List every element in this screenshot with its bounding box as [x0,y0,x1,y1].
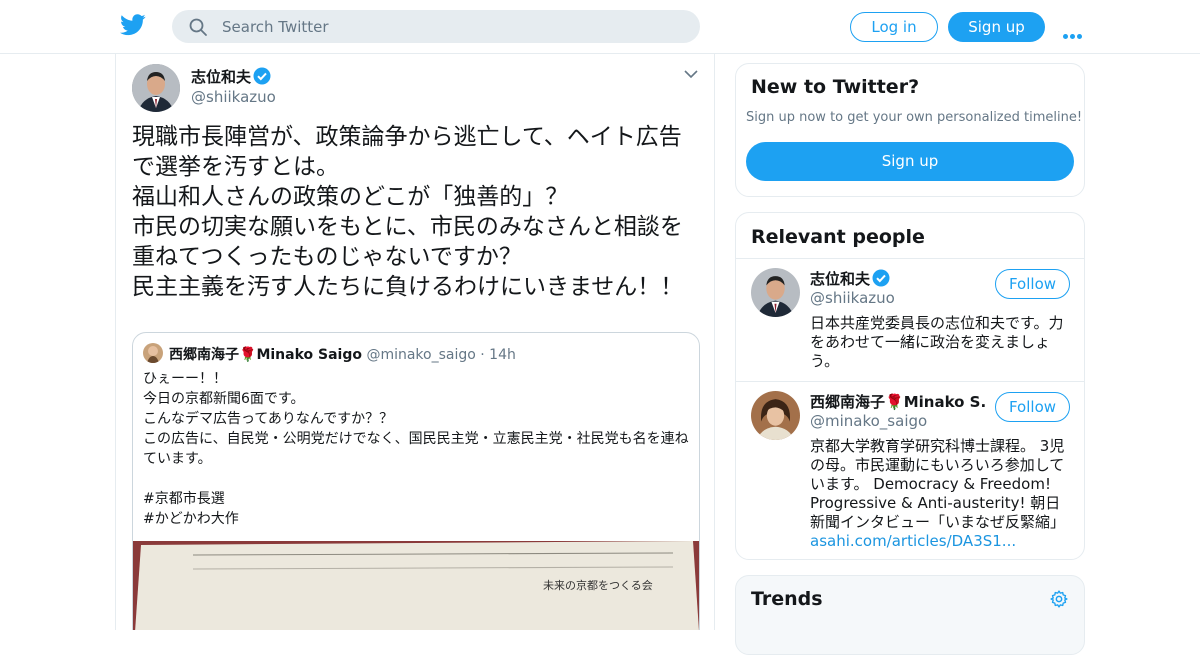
rose-icon: 🌹 [885,393,904,411]
person-avatar[interactable] [751,391,800,440]
person-bio: 京都大学教育学研究科博士課程。 3児の母。市民運動にもいろいろ参加しています。 … [810,437,1072,551]
quote-timestamp: 14h [489,347,516,363]
quote-author-name-suffix: Minako Saigo [256,347,362,363]
sidebar-signup-button[interactable]: Sign up [746,142,1074,181]
new-to-twitter-title: New to Twitter? [751,76,920,98]
new-to-twitter-subtitle: Sign up now to get your own personalized… [746,110,1083,125]
search-icon [189,18,207,36]
gear-icon[interactable] [1049,589,1069,609]
person-name-text[interactable]: 西郷南海子 [810,393,885,411]
person-bio-text: 京都大学教育学研究科博士課程。 3児の母。市民運動にもいろいろ参加しています。 … [810,437,1066,531]
newspaper-headline: 未来の京都をつくる会 [543,578,653,592]
newspaper-image[interactable]: 未来の京都をつくる会 [133,541,699,630]
person-bio: 日本共産党委員長の志位和夫です。力をあわせて一緒に政治を変えましょう。 [810,314,1064,370]
search-input[interactable] [222,10,682,43]
chevron-down-icon[interactable] [684,69,698,79]
signup-button[interactable]: Sign up [948,12,1045,42]
tweet-text: 現職市長陣営が、政策論争から逃亡して、ヘイト広告で選挙を汚すとは。 福山和人さん… [132,124,684,300]
quote-author-handle: @minako_saigo [366,347,476,363]
dot-separator: · [480,347,485,363]
verified-icon [253,67,271,85]
tweet-author-handle[interactable]: @shiikazuo [191,88,276,106]
more-icon[interactable] [1063,24,1087,39]
relevant-people-card: Relevant people 志位和夫 @shiikazuo Follow 日… [735,212,1085,560]
search-bar[interactable] [172,10,700,43]
trends-title: Trends [751,588,823,610]
author-name-text[interactable]: 志位和夫 [191,68,251,86]
person-name[interactable]: 志位和夫 [810,268,985,289]
quote-header: 西郷南海子🌹Minako Saigo @minako_saigo · 14h [169,344,516,364]
new-to-twitter-card: New to Twitter? Sign up now to get your … [735,63,1085,197]
bio-link[interactable]: asahi.com/articles/DA3S1... [810,532,1016,550]
rose-icon: 🌹 [239,347,257,363]
tweet: 志位和夫 @shiikazuo 現職市長陣営が、政策論争から逃亡して、ヘイト広告… [115,54,715,630]
twitter-logo-icon[interactable] [120,14,146,36]
top-bar: Log in Sign up [0,0,1200,54]
tweet-author-name[interactable]: 志位和夫 [191,66,271,87]
person-avatar[interactable] [751,268,800,317]
follow-button[interactable]: Follow [995,269,1070,299]
login-button[interactable]: Log in [850,12,938,42]
follow-button[interactable]: Follow [995,392,1070,422]
person-name[interactable]: 西郷南海子🌹Minako S... [810,391,985,412]
person-handle[interactable]: @shiikazuo [810,289,895,307]
quote-author-name: 西郷南海子 [169,347,239,363]
quote-avatar [143,343,163,363]
avatar[interactable] [132,64,180,112]
verified-icon [872,269,890,287]
quote-text: ひぇーー！！ 今日の京都新聞6面です。 こんなデマ広告ってありなんですか？？ こ… [143,371,689,527]
relevant-people-title: Relevant people [751,226,925,248]
quoted-tweet[interactable]: 西郷南海子🌹Minako Saigo @minako_saigo · 14h ひ… [132,332,700,630]
person-item[interactable]: 志位和夫 @shiikazuo Follow 日本共産党委員長の志位和夫です。力… [736,258,1084,381]
trends-card: Trends [735,575,1085,655]
person-name-text[interactable]: 志位和夫 [810,270,870,288]
person-handle[interactable]: @minako_saigo [810,412,927,430]
person-item[interactable]: 西郷南海子🌹Minako S... @minako_saigo Follow 京… [736,381,1084,559]
person-name-suffix[interactable]: Minako S... [904,393,985,411]
